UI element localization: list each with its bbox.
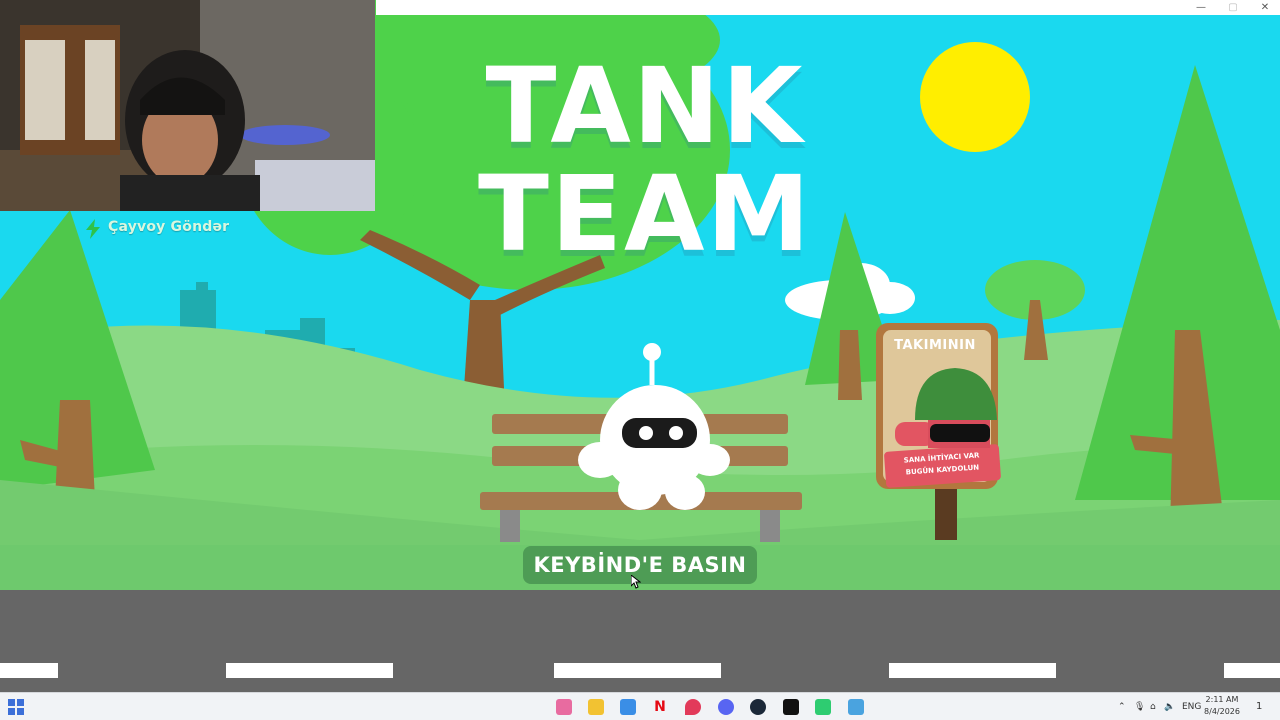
netflix-icon[interactable]: N bbox=[652, 699, 668, 715]
microphone-icon[interactable]: 🎙 bbox=[1134, 693, 1145, 720]
volume-icon[interactable]: 🔈 bbox=[1164, 693, 1175, 720]
game-icon[interactable] bbox=[848, 699, 864, 715]
taskbar: N ⌃ 🎙 ⌂ 🔈 ENG 2:11 AM 8/4/2026 1 bbox=[0, 692, 1280, 720]
webcam-overlay bbox=[0, 0, 375, 211]
network-icon[interactable]: ⌂ bbox=[1150, 693, 1156, 720]
sign-heading: TAKIMININ bbox=[894, 338, 976, 353]
steam-icon[interactable] bbox=[750, 699, 766, 715]
maximize-button[interactable]: ▢ bbox=[1218, 0, 1248, 15]
title-line-2: TEAM bbox=[478, 153, 812, 275]
lightning-icon bbox=[86, 219, 100, 239]
clock-date: 8/4/2026 bbox=[1204, 707, 1240, 716]
sun bbox=[920, 42, 1030, 152]
game-window[interactable]: — ▢ ✕ TANK TEAM TAKIMININ SANA İHTİYACI … bbox=[0, 0, 1280, 692]
capture-icon[interactable] bbox=[815, 699, 831, 715]
language-indicator[interactable]: ENG bbox=[1182, 693, 1201, 720]
minimize-button[interactable]: — bbox=[1186, 0, 1216, 15]
webcam-feed bbox=[0, 0, 375, 211]
window-titlebar: — ▢ ✕ bbox=[376, 0, 1280, 15]
store-icon[interactable] bbox=[620, 699, 636, 715]
game-title: TANK TEAM bbox=[430, 52, 860, 268]
title-line-1: TANK bbox=[485, 45, 805, 167]
clock-time: 2:11 AM bbox=[1205, 695, 1239, 704]
file-explorer-icon[interactable] bbox=[588, 699, 604, 715]
close-button[interactable]: ✕ bbox=[1250, 0, 1280, 15]
paint-icon[interactable] bbox=[556, 699, 572, 715]
streamer-name: Çayvoy Göndər bbox=[108, 219, 230, 235]
tray-chevron-icon[interactable]: ⌃ bbox=[1118, 693, 1126, 720]
discord-icon[interactable] bbox=[718, 699, 734, 715]
terminal-icon[interactable] bbox=[783, 699, 799, 715]
windows-start-icon[interactable] bbox=[8, 699, 24, 715]
clock[interactable]: 2:11 AM 8/4/2026 bbox=[1200, 694, 1244, 718]
mouse-cursor-icon bbox=[631, 575, 641, 589]
pin-icon[interactable] bbox=[685, 699, 701, 715]
notification-badge[interactable]: 1 bbox=[1256, 693, 1262, 720]
